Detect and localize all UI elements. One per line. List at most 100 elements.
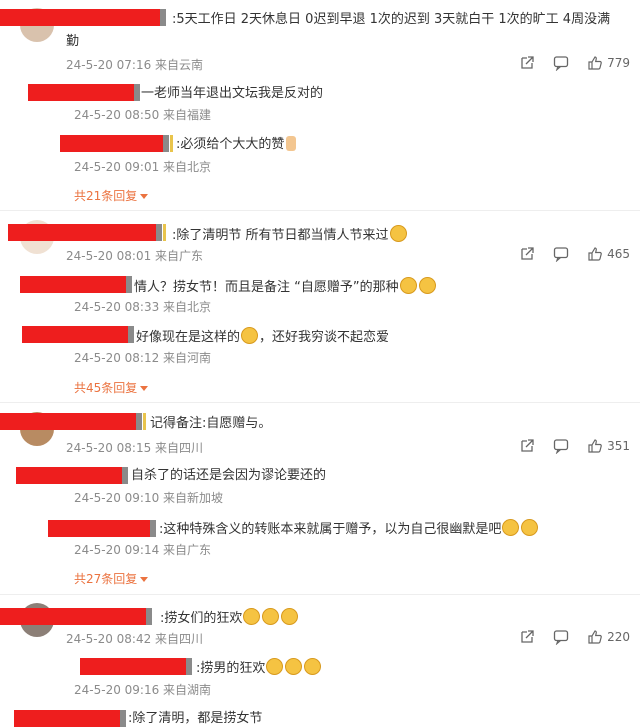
reply-text-content: :这种特殊含义的转账本来就属于赠予，以为自己很幽默是吧 [159, 522, 502, 537]
like-icon [588, 439, 602, 453]
comment-meta: 24-5-20 08:42 来自四川 [66, 632, 204, 646]
redaction-edge [128, 326, 134, 343]
redacted-username [0, 413, 136, 430]
more-replies-label: 共27条回复 [74, 572, 138, 586]
like-button[interactable]: 779 [587, 55, 630, 71]
comment-button[interactable] [553, 55, 569, 71]
redaction-edge [146, 608, 152, 625]
caret-down-icon [140, 386, 149, 391]
redacted-username [0, 608, 146, 625]
reply-text: 一老师当年退出文坛我是反对的 [141, 86, 324, 101]
redaction-edge [120, 710, 126, 727]
comment-button[interactable] [553, 246, 569, 262]
reply-text-content: :必须给个大大的赞 [176, 137, 285, 152]
reply-meta: 24-5-20 08:12 来自河南 [74, 351, 212, 365]
comment-actions: 779 [519, 55, 630, 71]
redaction-edge [186, 658, 192, 675]
reply-text-content: 情人？捞女节！而且是备注 “自愿赠予”的那种 [134, 280, 399, 295]
redacted-username [16, 467, 122, 484]
emoji [241, 327, 259, 344]
share-icon [521, 439, 534, 452]
emoji [502, 519, 520, 536]
comment-actions: 351 [519, 438, 630, 454]
redaction-edge [170, 135, 173, 152]
comment-text: :除了清明，都是捞女节 [128, 711, 263, 726]
share-icon [521, 630, 534, 643]
emoji [399, 277, 417, 294]
share-button[interactable] [519, 246, 535, 262]
redaction-edge [150, 520, 156, 537]
reply-meta: 24-5-20 09:14 来自广东 [74, 543, 212, 557]
redacted-username [8, 224, 156, 241]
more-replies-link[interactable]: 共45条回复 [74, 380, 149, 396]
divider [0, 402, 640, 403]
comment-text: 记得备注:自愿赠与。 [150, 416, 272, 431]
share-button[interactable] [519, 629, 535, 645]
emoji [418, 277, 436, 294]
like-icon [588, 247, 602, 261]
reply-text: 情人？捞女节！而且是备注 “自愿赠予”的那种 [134, 277, 437, 296]
reply-meta: 24-5-20 09:01 来自北京 [74, 160, 212, 174]
reply-text: 好像现在是这样的 ，还好我穷谈不起恋爱 [136, 327, 389, 346]
redacted-username [80, 658, 186, 675]
redaction-edge [122, 467, 128, 484]
like-count: 779 [607, 56, 630, 70]
emoji [266, 658, 284, 675]
redacted-username [48, 520, 150, 537]
share-icon [521, 247, 534, 260]
redacted-username [22, 326, 128, 343]
comment-text: :5天工作日 2天休息日 0迟到早退 1次的迟到 3天就白干 1次的旷工 4周没… [172, 12, 611, 27]
caret-down-icon [140, 194, 149, 199]
reply-meta: 24-5-20 09:16 来自湖南 [74, 683, 212, 697]
divider [0, 210, 640, 211]
reply-text: 自杀了的话还是会因为谬论要还的 [131, 468, 327, 483]
emoji [285, 658, 303, 675]
like-count: 351 [607, 439, 630, 453]
emoji [304, 658, 322, 675]
comment-icon [553, 56, 569, 71]
comment-text: :除了清明节 所有节日都当情人节来过 [172, 225, 408, 244]
redacted-username [14, 710, 120, 727]
comment-text-content: :捞女们的狂欢 [160, 611, 243, 626]
more-replies-link[interactable]: 共27条回复 [74, 571, 149, 587]
like-count: 220 [607, 630, 630, 644]
redaction-edge [160, 9, 166, 26]
comment-meta: 24-5-20 08:15 来自四川 [66, 441, 204, 455]
share-button[interactable] [519, 438, 535, 454]
more-replies-label: 共21条回复 [74, 189, 138, 203]
share-button[interactable] [519, 55, 535, 71]
comment-icon [553, 630, 569, 645]
comment-button[interactable] [553, 438, 569, 454]
reply-meta: 24-5-20 08:50 来自福建 [74, 108, 212, 122]
share-icon [521, 56, 534, 69]
reply-text-content: :捞男的狂欢 [196, 661, 266, 676]
like-button[interactable]: 465 [587, 246, 630, 262]
redacted-username [28, 84, 134, 101]
comment-meta: 24-5-20 07:16 来自云南 [66, 58, 204, 72]
reply-text: :这种特殊含义的转账本来就属于赠予，以为自己很幽默是吧 [159, 519, 539, 538]
like-count: 465 [607, 247, 630, 261]
emoji [389, 225, 407, 242]
emoji [262, 608, 280, 625]
emoji [521, 519, 539, 536]
redaction-edge [163, 224, 166, 241]
comment-icon [553, 247, 569, 262]
like-icon [588, 56, 602, 70]
caret-down-icon [140, 577, 149, 582]
reply-text: :捞男的狂欢 [196, 658, 322, 677]
comment-icon [553, 439, 569, 454]
comment-actions: 220 [519, 629, 630, 645]
reply-text-tail: ，还好我穷谈不起恋爱 [259, 330, 390, 345]
like-button[interactable]: 351 [587, 438, 630, 454]
redacted-username [20, 276, 126, 293]
comment-button[interactable] [553, 629, 569, 645]
redacted-username [60, 135, 163, 152]
emoji [243, 608, 261, 625]
divider [0, 594, 640, 595]
redaction-edge [156, 224, 162, 241]
redaction-edge [143, 413, 146, 430]
emoji [281, 608, 299, 625]
like-button[interactable]: 220 [587, 629, 630, 645]
more-replies-link[interactable]: 共21条回复 [74, 188, 149, 204]
reply-meta: 24-5-20 09:10 来自新加坡 [74, 491, 224, 505]
